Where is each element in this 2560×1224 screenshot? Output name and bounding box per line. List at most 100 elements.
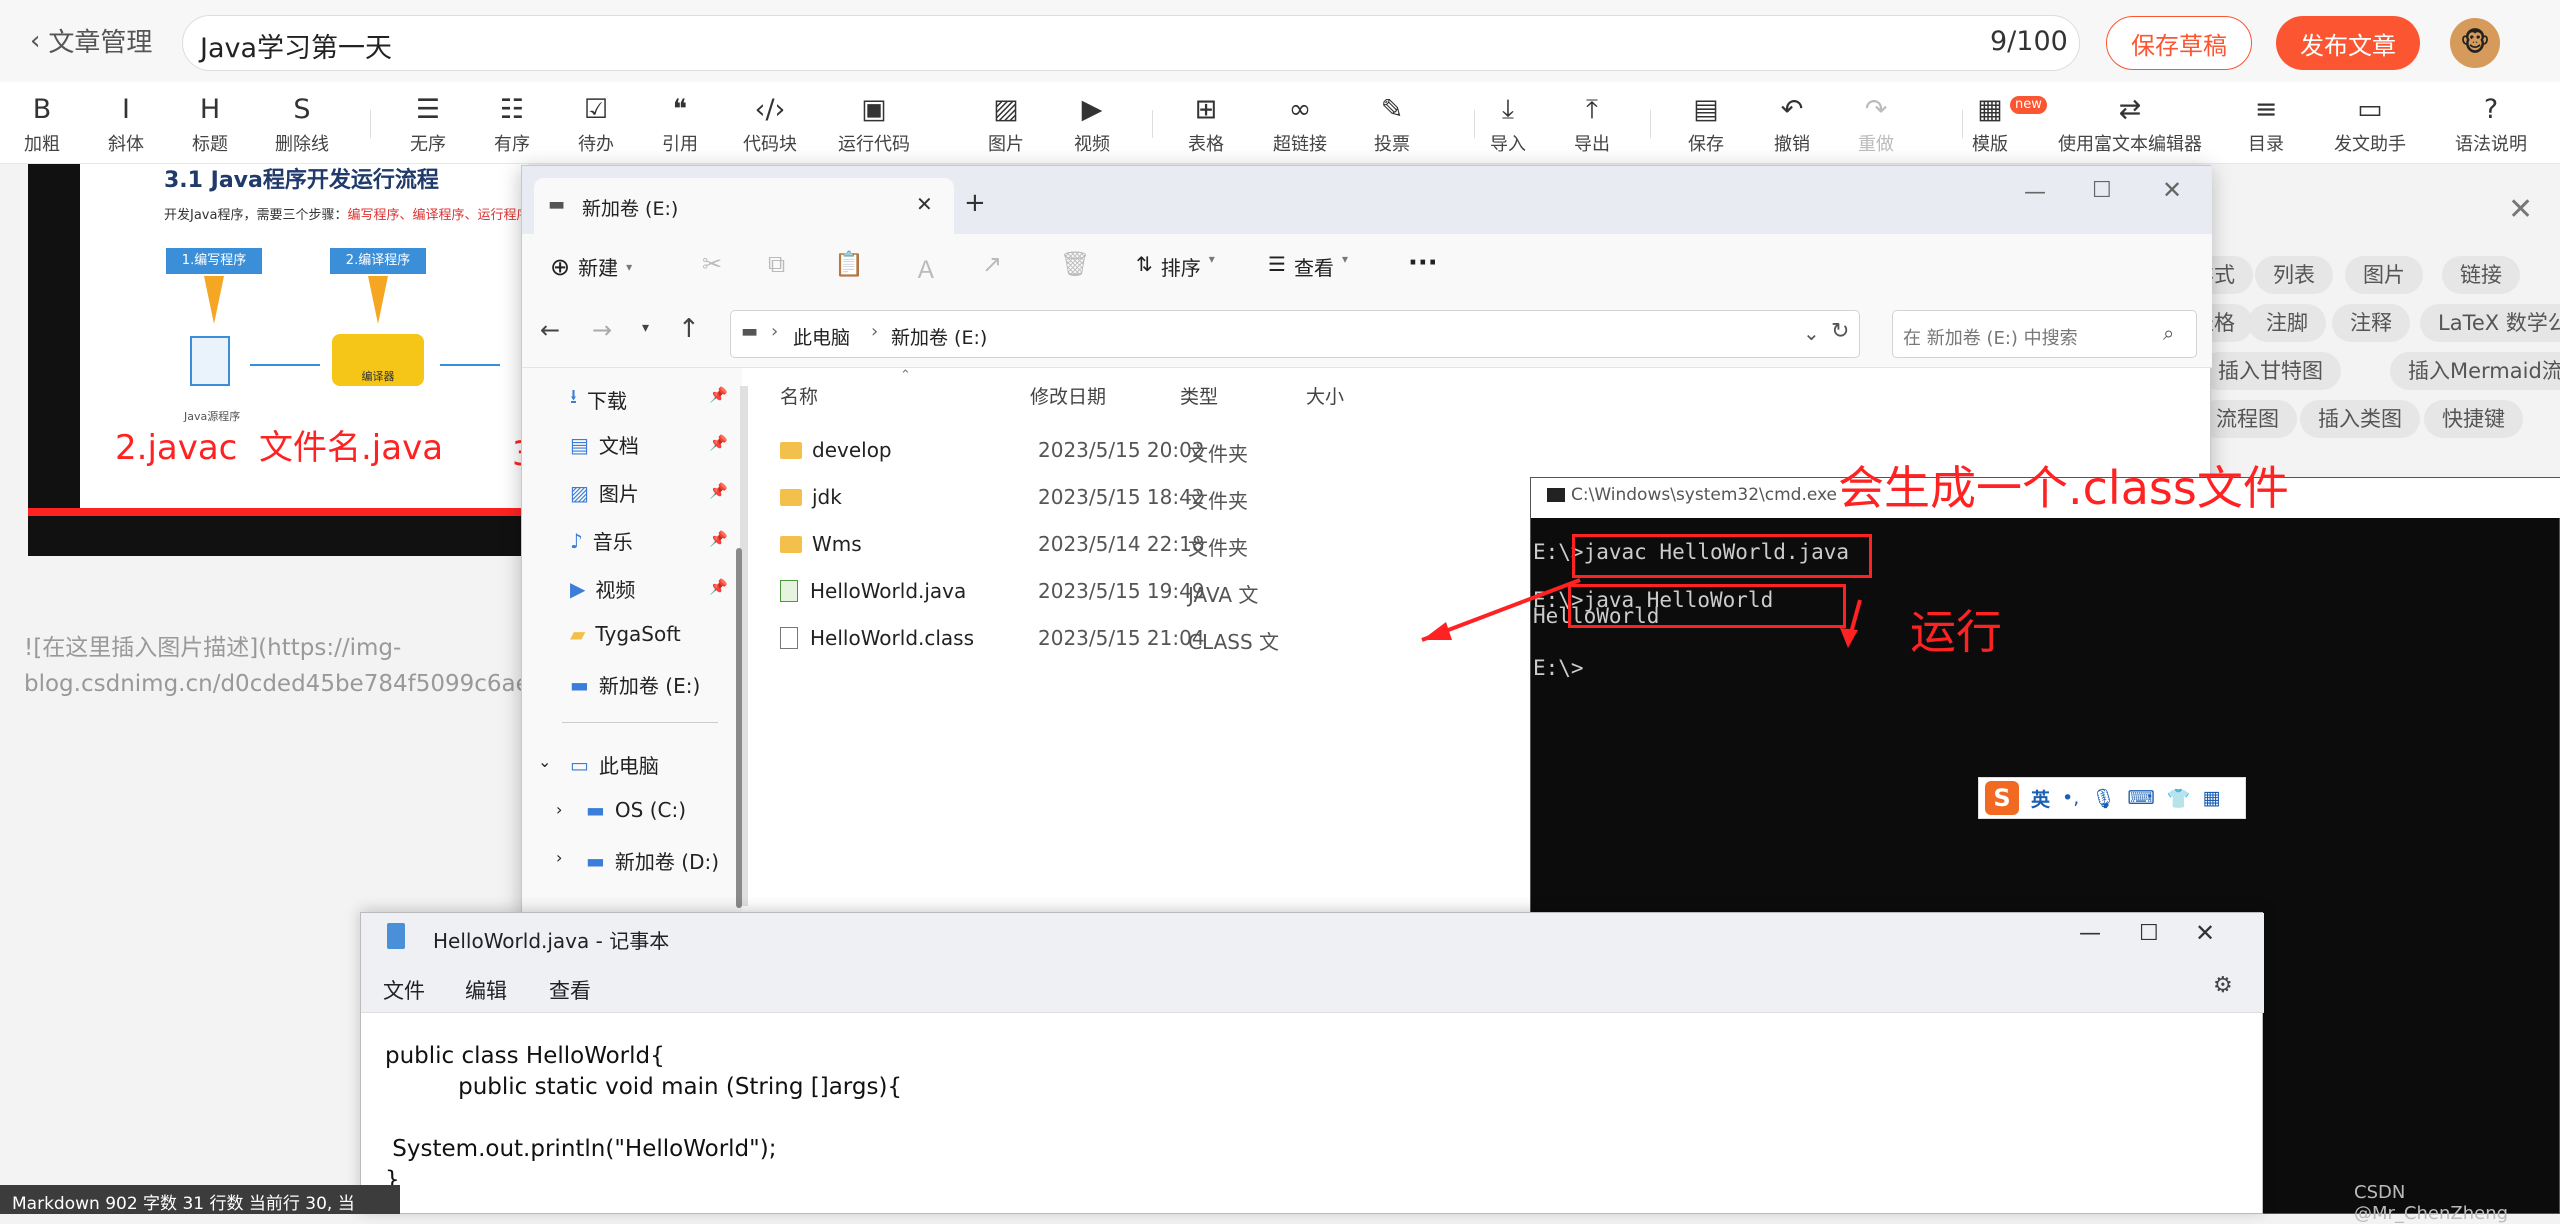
avatar[interactable]: 🐵: [2450, 18, 2500, 68]
syntax-tag[interactable]: 列表: [2255, 256, 2333, 294]
pin-icon[interactable]: 📌: [709, 482, 728, 500]
collapse-chevron-icon[interactable]: ›: [556, 800, 562, 819]
column-date[interactable]: 修改日期: [1030, 382, 1106, 409]
collapse-chevron-icon[interactable]: ›: [556, 848, 562, 867]
nav-item[interactable]: ▬ 新加卷 (D:): [586, 846, 719, 875]
refresh-icon[interactable]: ↻: [1831, 319, 1849, 344]
search-input[interactable]: 在 新加卷 (E:) 中搜索 ⌕: [1892, 310, 2197, 358]
toolbar-5-button[interactable]: ☷ 有序: [494, 94, 530, 156]
menu-edit[interactable]: 编辑: [465, 975, 507, 1005]
nav-item[interactable]: ♪ 音乐: [570, 526, 633, 555]
title-input[interactable]: [182, 15, 2080, 71]
nav-item[interactable]: ▭ 此电脑: [570, 750, 659, 779]
toolbar-16-button[interactable]: ⤒ 导出: [1574, 94, 1610, 156]
nav-item[interactable]: ▤ 文档: [570, 430, 639, 459]
delete-icon[interactable]: 🗑: [1060, 250, 1090, 278]
rename-icon[interactable]: Ａ: [914, 250, 938, 285]
sort-button[interactable]: ⇅ 排序 ▾: [1136, 252, 1215, 281]
cut-icon[interactable]: ✂: [702, 250, 722, 278]
toolbar-22-button[interactable]: ≡ 目录: [2248, 94, 2284, 156]
toolbar-21-button[interactable]: ⇄ 使用富文本编辑器: [2058, 94, 2202, 156]
syntax-tag[interactable]: LaTeX 数学公式: [2420, 304, 2560, 342]
pin-icon[interactable]: 📌: [709, 530, 728, 548]
syntax-tag[interactable]: 流程图: [2198, 400, 2297, 438]
ime-language[interactable]: 英: [2031, 785, 2050, 812]
pin-icon[interactable]: 📌: [709, 386, 728, 404]
syntax-tag[interactable]: 插入甘特图: [2200, 352, 2341, 390]
nav-item[interactable]: ▰ TygaSoft: [570, 622, 681, 646]
nav-item[interactable]: ⭳ 下载: [570, 382, 627, 416]
nav-item[interactable]: ▨ 图片: [570, 478, 639, 507]
explorer-tab[interactable]: ▬ 新加卷 (E:) ✕: [534, 178, 954, 234]
close-icon[interactable]: ✕: [2508, 192, 2533, 227]
ime-toolbar[interactable]: S 英 •, 🎙 ⌨ 👕 ▦: [1978, 777, 2246, 819]
toolbar-12-button[interactable]: ⊞ 表格: [1188, 94, 1224, 156]
save-draft-button[interactable]: 保存草稿: [2106, 16, 2252, 70]
syntax-tag[interactable]: 插入Mermaid流程图: [2390, 352, 2560, 390]
nav-item[interactable]: ▬ OS (C:): [586, 798, 686, 822]
toolbar-8-button[interactable]: ‹/› 代码块: [743, 94, 797, 156]
new-button[interactable]: ⊕ 新建 ▾: [550, 252, 632, 281]
toolbar-4-button[interactable]: ☰ 无序: [410, 94, 446, 156]
new-tab-plus-icon[interactable]: +: [964, 188, 986, 218]
view-button[interactable]: ☰ 查看 ▾: [1268, 252, 1348, 281]
toolbar-11-button[interactable]: ▶ 视频: [1074, 94, 1110, 156]
toolbar-19-button[interactable]: ↷ 重做: [1858, 94, 1894, 156]
breadcrumb-this-pc[interactable]: 此电脑: [793, 323, 850, 350]
toolbar-7-button[interactable]: ❝ 引用: [662, 94, 698, 156]
article-title[interactable]: Java学习第一天: [200, 26, 392, 65]
up-arrow-icon[interactable]: ↑: [678, 314, 700, 344]
column-name[interactable]: 名称: [780, 382, 818, 409]
markdown-image-link[interactable]: ![在这里插入图片描述](https://img-blog.csdnimg.cn…: [24, 630, 575, 702]
toolbar-3-button[interactable]: S 删除线: [275, 94, 329, 156]
menu-file[interactable]: 文件: [383, 975, 425, 1005]
toolbar-9-button[interactable]: ▣ 运行代码: [838, 94, 910, 156]
toolbar-18-button[interactable]: ↶ 撤销: [1774, 94, 1810, 156]
toolbar-24-button[interactable]: ? 语法说明: [2455, 94, 2527, 156]
toolbar-23-button[interactable]: ▭ 发文助手: [2334, 94, 2406, 156]
close-icon[interactable]: ✕: [2195, 919, 2215, 947]
publish-button[interactable]: 发布文章: [2276, 16, 2420, 70]
expand-chevron-icon[interactable]: ⌄: [538, 752, 551, 771]
toolbar-14-button[interactable]: ✎ 投票: [1374, 94, 1410, 156]
maximize-icon[interactable]: ☐: [2139, 921, 2159, 946]
toolbar-20-button[interactable]: ▦ 模版: [1972, 94, 2008, 156]
microphone-icon[interactable]: 🎙: [2091, 787, 2115, 810]
more-icon[interactable]: ···: [1408, 248, 1438, 278]
keyboard-icon[interactable]: ⌨: [2127, 787, 2154, 809]
close-icon[interactable]: ✕: [2162, 176, 2182, 204]
toolbar-15-button[interactable]: ⤓ 导入: [1490, 94, 1526, 156]
close-icon[interactable]: ✕: [916, 192, 933, 216]
forward-arrow-icon[interactable]: →: [592, 316, 612, 344]
minimize-icon[interactable]: —: [2079, 921, 2101, 946]
settings-gear-icon[interactable]: ⚙: [2213, 973, 2233, 998]
toolbar-6-button[interactable]: ☑ 待办: [578, 94, 614, 156]
nav-item[interactable]: ▶ 视频: [570, 574, 635, 603]
address-bar[interactable]: ▬ › 此电脑 › 新加卷 (E:) ⌄ ↻: [730, 310, 1860, 358]
syntax-tag[interactable]: 注释: [2332, 304, 2410, 342]
share-icon[interactable]: ↗: [982, 250, 1002, 278]
syntax-tag[interactable]: 注脚: [2248, 304, 2326, 342]
toolbar-17-button[interactable]: ▤ 保存: [1688, 94, 1724, 156]
recent-chevron-icon[interactable]: ▾: [642, 320, 649, 336]
toolbar-0-button[interactable]: B 加粗: [24, 94, 60, 156]
syntax-tag[interactable]: 插入类图: [2300, 400, 2420, 438]
toolbar-1-button[interactable]: I 斜体: [108, 94, 144, 156]
breadcrumb-drive-e[interactable]: 新加卷 (E:): [891, 323, 987, 350]
maximize-icon[interactable]: ☐: [2092, 178, 2112, 203]
syntax-tag[interactable]: 图片: [2345, 256, 2423, 294]
nav-item[interactable]: ▬ 新加卷 (E:): [570, 670, 700, 699]
paste-icon[interactable]: 📋: [834, 250, 864, 278]
copy-icon[interactable]: ⧉: [768, 250, 785, 278]
menu-view[interactable]: 查看: [549, 975, 591, 1005]
syntax-tag[interactable]: 快捷键: [2424, 400, 2523, 438]
minimize-icon[interactable]: —: [2024, 180, 2046, 205]
nav-scrollbar-thumb[interactable]: [736, 548, 742, 908]
back-arrow-icon[interactable]: ←: [540, 316, 560, 344]
column-type[interactable]: 类型: [1180, 382, 1218, 409]
skin-icon[interactable]: 👕: [2167, 787, 2191, 810]
pin-icon[interactable]: 📌: [709, 434, 728, 452]
chevron-down-icon[interactable]: ⌄: [1803, 321, 1820, 345]
toolbar-10-button[interactable]: ▨ 图片: [988, 94, 1024, 156]
punctuation-icon[interactable]: •,: [2062, 787, 2079, 809]
